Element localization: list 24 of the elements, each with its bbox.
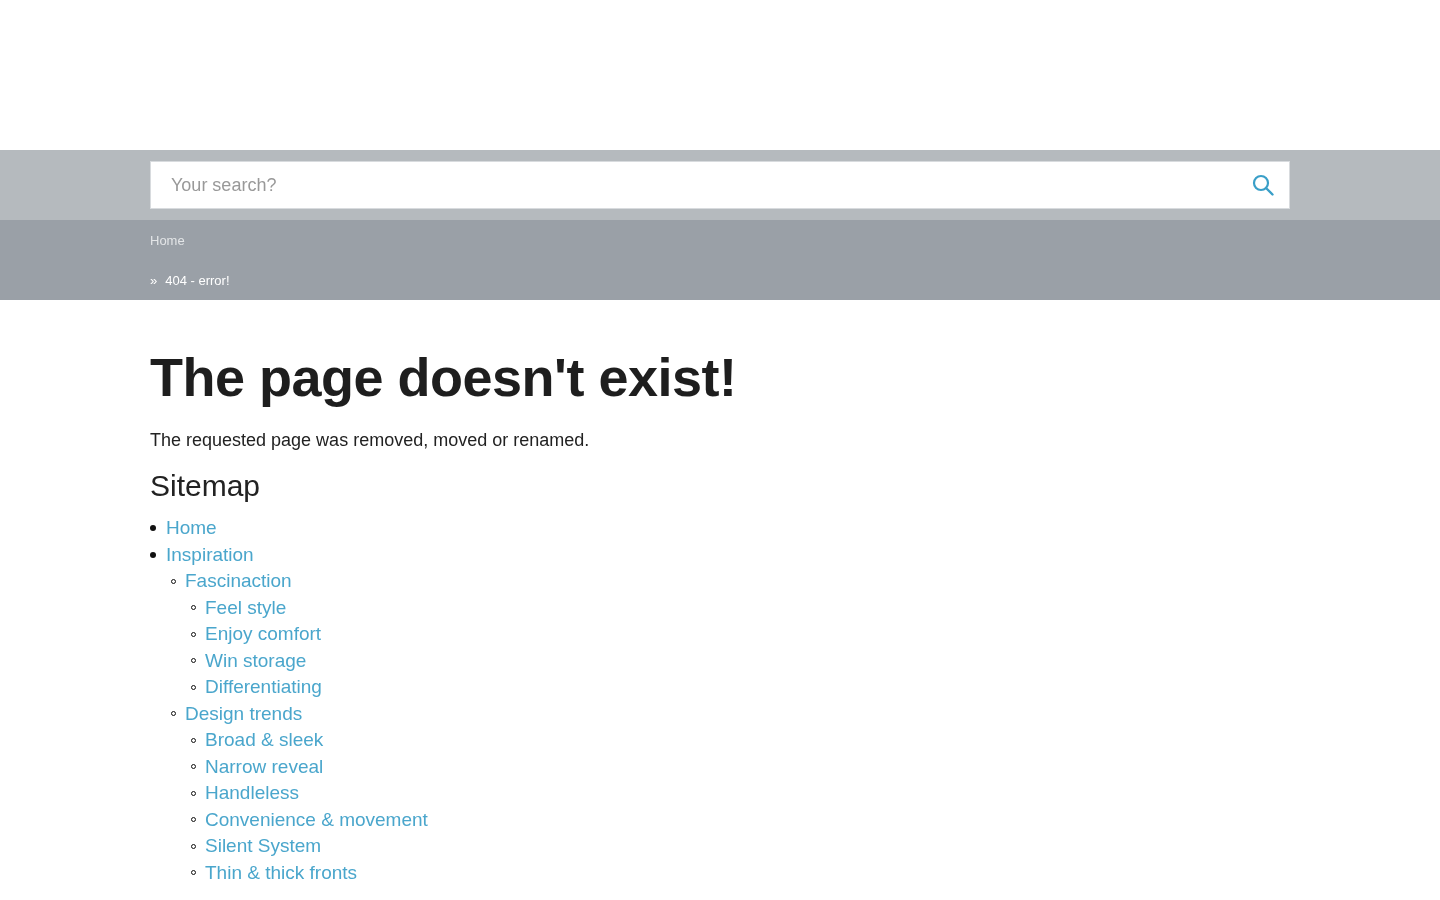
- sitemap-link[interactable]: Design trends: [185, 702, 303, 725]
- sitemap-link[interactable]: Inspiration: [166, 543, 254, 566]
- bullet-icon: [150, 551, 156, 558]
- breadcrumb-link[interactable]: Home: [150, 232, 185, 248]
- sitemap-link[interactable]: Handleless: [205, 782, 299, 805]
- sitemap-link[interactable]: Broad & sleek: [205, 729, 324, 752]
- sitemap-link[interactable]: Silent System: [205, 835, 322, 858]
- sitemap-heading: Sitemap: [150, 469, 262, 503]
- search-icon[interactable]: [1252, 174, 1274, 196]
- breadcrumb-separator: »: [150, 272, 158, 288]
- sitemap-link[interactable]: Win storage: [205, 649, 307, 672]
- sitemap-link[interactable]: Fascinaction: [185, 570, 292, 593]
- sitemap-link[interactable]: Home: [166, 517, 217, 540]
- search-field[interactable]: Your search?: [150, 161, 1290, 209]
- page-heading: The page doesn't exist!: [150, 346, 738, 408]
- sitemap-link[interactable]: Thin & thick fronts: [205, 861, 358, 884]
- sitemap-link[interactable]: Differentiating: [205, 676, 322, 699]
- sitemap-link[interactable]: Narrow reveal: [205, 755, 324, 778]
- error-message: The requested page was removed, moved or renamed.: [150, 430, 591, 451]
- sitemap-link[interactable]: Feel style: [205, 596, 287, 619]
- breadcrumb-current[interactable]: 404 - error!: [165, 272, 230, 288]
- bullet-icon: [150, 525, 156, 532]
- sitemap-link[interactable]: Convenience & movement: [205, 808, 428, 831]
- sitemap-link[interactable]: Enjoy comfort: [205, 623, 322, 646]
